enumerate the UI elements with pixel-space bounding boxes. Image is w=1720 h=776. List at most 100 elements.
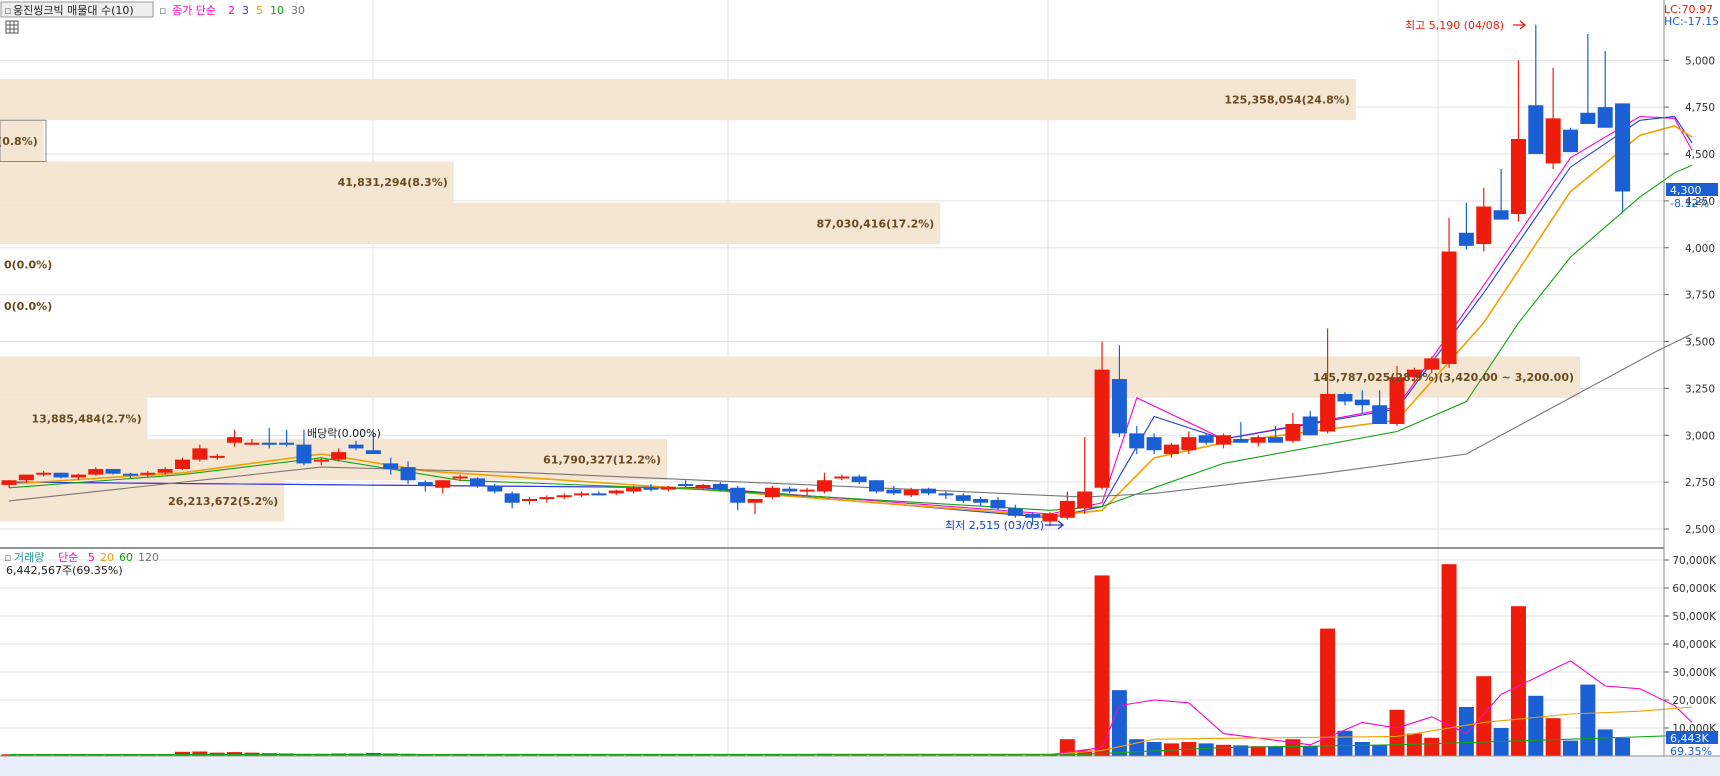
ma-period-label[interactable]: 10 bbox=[270, 4, 284, 17]
candle-body bbox=[1233, 439, 1249, 443]
volume-bar bbox=[1615, 737, 1631, 756]
candle-body bbox=[1077, 491, 1093, 509]
candle-body bbox=[1059, 500, 1075, 518]
candle-body bbox=[1337, 394, 1353, 402]
candle-body bbox=[487, 485, 503, 492]
volume-tick-label: 30,000K bbox=[1672, 667, 1717, 679]
volume-profile-label: 4,202,896(0.8%) bbox=[0, 135, 38, 148]
volume-bar bbox=[1545, 718, 1561, 756]
ma-title[interactable]: 종가 단순 bbox=[172, 4, 216, 17]
candle-body bbox=[1597, 107, 1613, 128]
candle-body bbox=[730, 487, 746, 503]
volume-bar bbox=[1198, 743, 1214, 756]
candle-body bbox=[88, 469, 104, 475]
candle-body bbox=[1545, 118, 1561, 164]
volume-ma-period-label[interactable]: 120 bbox=[138, 551, 159, 564]
candle-body bbox=[365, 450, 381, 454]
volume-bar bbox=[1528, 695, 1544, 756]
indicator-label[interactable]: 웅진씽크빅 매물대 수(10) bbox=[13, 4, 134, 17]
volume-ma-period-label[interactable]: 20 bbox=[100, 551, 114, 564]
volume-tick-label: 70,000K bbox=[1672, 555, 1717, 567]
volume-bar bbox=[1424, 737, 1440, 756]
candle-body bbox=[1198, 435, 1214, 443]
volume-bar bbox=[192, 751, 208, 756]
candle-body bbox=[886, 489, 902, 494]
volume-bar bbox=[1389, 709, 1405, 756]
volume-bar bbox=[1476, 676, 1492, 756]
ma-period-label[interactable]: 2 bbox=[228, 4, 235, 17]
price-tick-label: 3,500 bbox=[1685, 337, 1715, 349]
candle-body bbox=[574, 493, 590, 496]
candle-body bbox=[990, 499, 1006, 509]
candle-body bbox=[1302, 416, 1318, 436]
candle-body bbox=[1181, 437, 1197, 451]
volume-title[interactable]: 거래량 bbox=[14, 551, 44, 564]
volume-bar bbox=[1580, 684, 1596, 756]
volume-profile-label: 145,787,025(28.9%)(3,420.00 ~ 3,200.00) bbox=[1313, 371, 1574, 384]
candle-body bbox=[955, 495, 971, 501]
volume-bar bbox=[1354, 742, 1370, 756]
candle-body bbox=[782, 488, 798, 492]
candle-body bbox=[1285, 424, 1301, 441]
volume-ma-period-label[interactable]: 5 bbox=[88, 551, 95, 564]
ma-period-label[interactable]: 3 bbox=[242, 4, 249, 17]
candle-body bbox=[122, 473, 138, 476]
candle-body bbox=[660, 486, 676, 490]
candle-body bbox=[556, 495, 572, 498]
candle-body bbox=[626, 487, 642, 492]
legend-square-icon: ▫ bbox=[4, 4, 11, 17]
candle-body bbox=[1111, 379, 1127, 434]
grid-toggle-icon[interactable] bbox=[5, 20, 19, 34]
candle-body bbox=[331, 452, 347, 460]
volume-bar bbox=[1216, 744, 1231, 756]
candle-body bbox=[1146, 437, 1162, 451]
candle-body bbox=[417, 482, 433, 486]
stock-chart[interactable]: 125,358,054(24.8%) 4,202,896(0.8%) 41,831,… bbox=[0, 0, 1720, 776]
volume-profile-label: 125,358,054(24.8%) bbox=[1224, 94, 1349, 107]
candle-body bbox=[712, 484, 728, 490]
candle-body bbox=[1129, 433, 1145, 449]
candle-body bbox=[53, 472, 69, 478]
candle-body bbox=[1372, 405, 1388, 424]
candle-body bbox=[1268, 437, 1284, 443]
candle-body bbox=[1580, 112, 1596, 124]
candle-body bbox=[591, 493, 607, 496]
candle-body bbox=[18, 474, 34, 481]
volume-ma-period-label[interactable]: 60 bbox=[119, 551, 133, 564]
candle-body bbox=[799, 489, 815, 492]
volume-ma-title[interactable]: 단순 bbox=[58, 551, 78, 564]
candle-body bbox=[1615, 103, 1631, 192]
candle-body bbox=[1354, 399, 1370, 406]
volume-bar bbox=[1268, 746, 1284, 756]
candle-body bbox=[1458, 232, 1474, 246]
candle-body bbox=[1216, 435, 1231, 445]
price-tick-label: 2,750 bbox=[1685, 477, 1715, 489]
volume-profile-label: 26,213,672(5.2%) bbox=[168, 495, 278, 508]
candle-body bbox=[400, 467, 416, 481]
candle-body bbox=[209, 455, 225, 458]
candle-body bbox=[1389, 377, 1405, 424]
candle-body bbox=[105, 469, 121, 474]
candle-body bbox=[1, 480, 17, 485]
volume-profile-label: 41,831,294(8.3%) bbox=[338, 176, 448, 189]
volume-bar bbox=[1372, 744, 1388, 756]
candle-body bbox=[36, 472, 52, 475]
low-annotation: 최저 2,515 (03/03) bbox=[945, 519, 1044, 532]
volume-bar bbox=[1597, 729, 1613, 756]
volume-tick-label: 40,000K bbox=[1672, 639, 1717, 651]
candle-body bbox=[227, 437, 243, 443]
candle-body bbox=[70, 474, 86, 478]
dividend-annotation: 배당락(0.00%) bbox=[307, 427, 381, 440]
volume-bar bbox=[1563, 740, 1578, 756]
candle-body bbox=[1424, 358, 1440, 370]
candle-body bbox=[869, 480, 884, 492]
ma-period-label[interactable]: 30 bbox=[291, 4, 305, 17]
ma-period-label[interactable]: 5 bbox=[256, 4, 263, 17]
volume-tick-label: 60,000K bbox=[1672, 583, 1717, 595]
price-tick-label: 4,000 bbox=[1685, 243, 1715, 255]
price-tick-label: 4,500 bbox=[1685, 149, 1715, 161]
legend-square-icon: ▫ bbox=[159, 4, 166, 17]
candle-body bbox=[643, 487, 659, 490]
candle-body bbox=[1025, 514, 1041, 518]
candle-body bbox=[1042, 514, 1058, 522]
